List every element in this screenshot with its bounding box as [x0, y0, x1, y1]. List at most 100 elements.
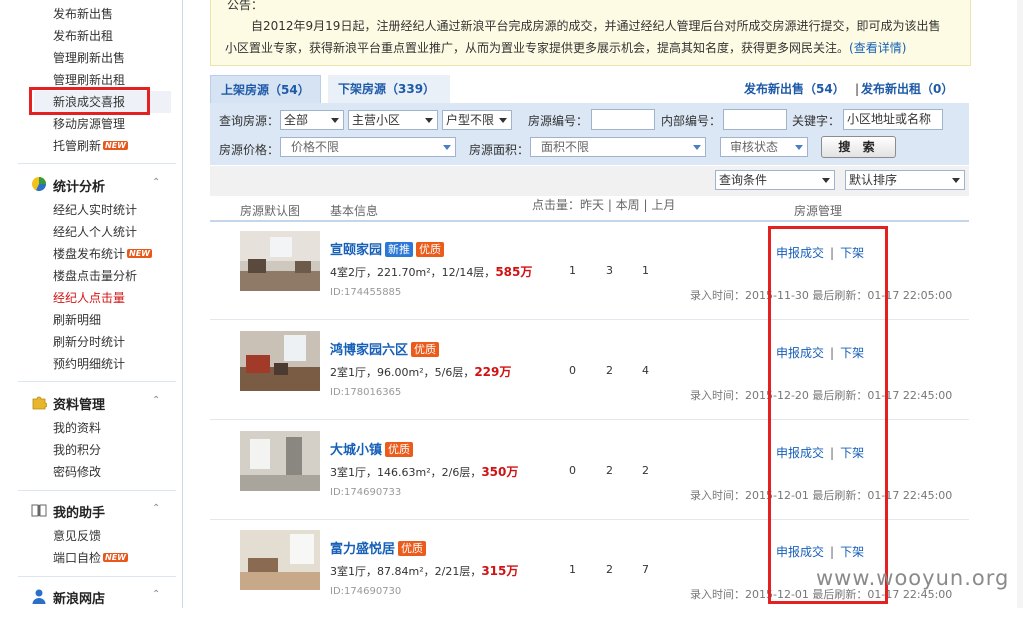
listing-thumbnail[interactable]	[240, 431, 320, 491]
sort-order-select[interactable]: 默认排序	[845, 170, 965, 190]
sidebar-item-manage-sale[interactable]: 管理刷新出售	[53, 50, 125, 66]
listing-layout: 3室1厅，87.84m²，2/21层，	[330, 565, 482, 578]
area-select[interactable]: 面积不限	[530, 137, 706, 157]
notice-line-1: 自2012年9月19日起，注册经纪人通过新浪平台完成房源的成交，并通过经纪人管理…	[251, 19, 941, 33]
sidebar-item-mobile-manage[interactable]: 移动房源管理	[53, 116, 125, 132]
collapse-icon[interactable]: ⌃	[152, 395, 160, 406]
listing-title[interactable]: 大城小镇	[330, 443, 382, 458]
select-value: 户型不限	[446, 113, 495, 127]
notice-more-link[interactable]: (查看详情)	[849, 41, 906, 55]
sidebar-item-hosted-refresh[interactable]: 托管刷新 NEW	[53, 138, 128, 154]
listing-name[interactable]: 大城小镇 优质	[330, 439, 414, 458]
listing-code-input[interactable]	[591, 109, 655, 130]
clicks-yesterday: 1	[569, 264, 576, 277]
price-select[interactable]: 价格不限	[280, 137, 456, 157]
new-push-badge: 新推	[385, 242, 414, 257]
publish-rent-link[interactable]: 发布新出租（0）	[861, 75, 953, 103]
keyword-label: 关键字：	[792, 114, 841, 128]
listing-title[interactable]: 富力盛悦居	[330, 542, 395, 557]
listing-info: 2室1厅，96.00m²，5/6层，229万	[330, 363, 511, 380]
divider	[18, 381, 176, 382]
user-icon	[32, 589, 46, 604]
listing-price: 229万	[474, 365, 512, 379]
listing-id: ID:174455885	[330, 287, 402, 298]
sidebar-item-realtime-stats[interactable]: 经纪人实时统计	[53, 202, 137, 218]
search-button[interactable]: 搜 索	[821, 136, 896, 158]
quality-badge: 优质	[416, 242, 445, 257]
quality-badge: 优质	[398, 541, 427, 556]
sidebar-item-refresh-detail[interactable]: 刷新明细	[53, 312, 101, 328]
sidebar-item-refresh-hourly[interactable]: 刷新分时统计	[53, 334, 125, 350]
collapse-icon[interactable]: ⌃	[152, 589, 160, 600]
listing-thumbnail[interactable]	[240, 530, 320, 590]
keyword-input[interactable]: 小区地址或名称	[843, 109, 943, 130]
price-label: 房源价格：	[219, 143, 280, 157]
sidebar: 发布新出售 发布新出租 管理刷新出售 管理刷新出租 新浪成交喜报 移动房源管理 …	[0, 0, 183, 608]
dropdown-arrow-icon	[499, 118, 507, 123]
collapse-icon[interactable]: ⌃	[152, 177, 160, 188]
community-select[interactable]: 主营小区	[348, 110, 438, 130]
tab-online-listings[interactable]: 上架房源（54）	[210, 75, 321, 103]
sidebar-item-building-clicks[interactable]: 楼盘点击量分析	[53, 268, 137, 284]
listing-name[interactable]: 宣颐家园 新推 优质	[330, 239, 445, 258]
scrollbar[interactable]	[1017, 0, 1023, 608]
section-title-assistant[interactable]: 我的助手	[53, 502, 105, 521]
section-title-shop[interactable]: 新浪网店	[53, 588, 105, 607]
clicks-week: 3	[606, 264, 613, 277]
notice-title: 公告：	[227, 0, 264, 12]
layout-select[interactable]: 户型不限	[442, 110, 512, 130]
clicks-week: 2	[606, 364, 613, 377]
sidebar-item-publish-sale[interactable]: 发布新出售	[53, 6, 113, 22]
sidebar-item-my-points[interactable]: 我的积分	[53, 442, 101, 458]
audit-status-select[interactable]: 审核状态	[720, 137, 808, 157]
listing-thumbnail[interactable]	[240, 231, 320, 291]
query-label: 查询房源：	[219, 114, 280, 128]
dropdown-arrow-icon	[443, 145, 451, 150]
divider	[18, 490, 176, 491]
sidebar-item-agent-clicks[interactable]: 经纪人点击量	[53, 290, 125, 306]
listing-layout: 4室2厅，221.70m²，12/14层，	[330, 266, 496, 279]
tab-offline-listings[interactable]: 下架房源（339）	[328, 75, 450, 103]
notice-text: 小区置业专家，获得新浪平台重点置业推广，从而为置业专家提供更多展示机会，提高其知…	[225, 41, 850, 55]
clicks-yesterday: 0	[569, 364, 576, 377]
query-condition-select[interactable]: 查询条件	[715, 170, 835, 190]
listing-name[interactable]: 鸿博家园六区 优质	[330, 339, 440, 358]
listing-layout: 2室1厅，96.00m²，5/6层，	[330, 366, 475, 379]
select-value: 面积不限	[541, 140, 590, 154]
book-icon	[31, 504, 47, 517]
highlight-box-actions	[768, 226, 888, 604]
collapse-icon[interactable]: ⌃	[152, 503, 160, 514]
sidebar-item-manage-rent[interactable]: 管理刷新出租	[53, 72, 125, 88]
listing-price: 585万	[495, 265, 533, 279]
listing-id: ID:174690733	[330, 487, 402, 498]
quality-badge: 优质	[411, 342, 440, 357]
new-badge: NEW	[103, 553, 128, 562]
sidebar-item-my-profile[interactable]: 我的资料	[53, 420, 101, 436]
listing-scope-select[interactable]: 全部	[280, 110, 344, 130]
puzzle-icon	[32, 396, 47, 410]
sidebar-item-password[interactable]: 密码修改	[53, 464, 101, 480]
sidebar-item-appointment-stats[interactable]: 预约明细统计	[53, 356, 125, 372]
listing-id: ID:174690730	[330, 586, 402, 597]
section-title-profile[interactable]: 资料管理	[53, 394, 105, 413]
sidebar-item-port-check[interactable]: 端口自检 NEW	[53, 550, 128, 566]
divider	[18, 576, 176, 577]
sidebar-item-building-stats[interactable]: 楼盘发布统计 NEW	[53, 246, 152, 262]
publish-sale-link[interactable]: 发布新出售（54）	[744, 75, 845, 103]
col-manage: 房源管理	[794, 204, 843, 218]
listing-thumbnail[interactable]	[240, 331, 320, 391]
sidebar-item-publish-rent[interactable]: 发布新出租	[53, 28, 113, 44]
sidebar-item-feedback[interactable]: 意见反馈	[53, 528, 101, 544]
dropdown-arrow-icon	[693, 145, 701, 150]
sort-bar: 查询条件 默认排序	[210, 166, 969, 196]
sidebar-item-personal-stats[interactable]: 经纪人个人统计	[53, 224, 137, 240]
filter-panel: 查询房源： 全部 主营小区 户型不限 房源编号： 内部编号： 关键字： 小区地址…	[210, 103, 969, 165]
listing-title[interactable]: 鸿博家园六区	[330, 343, 408, 358]
listing-name[interactable]: 富力盛悦居 优质	[330, 538, 427, 557]
select-value: 默认排序	[849, 173, 898, 187]
section-title-stats[interactable]: 统计分析	[53, 176, 105, 195]
col-image: 房源默认图	[240, 204, 301, 218]
listing-title[interactable]: 宣颐家园	[330, 243, 382, 258]
dropdown-arrow-icon	[952, 178, 960, 183]
inner-code-input[interactable]	[723, 109, 787, 130]
